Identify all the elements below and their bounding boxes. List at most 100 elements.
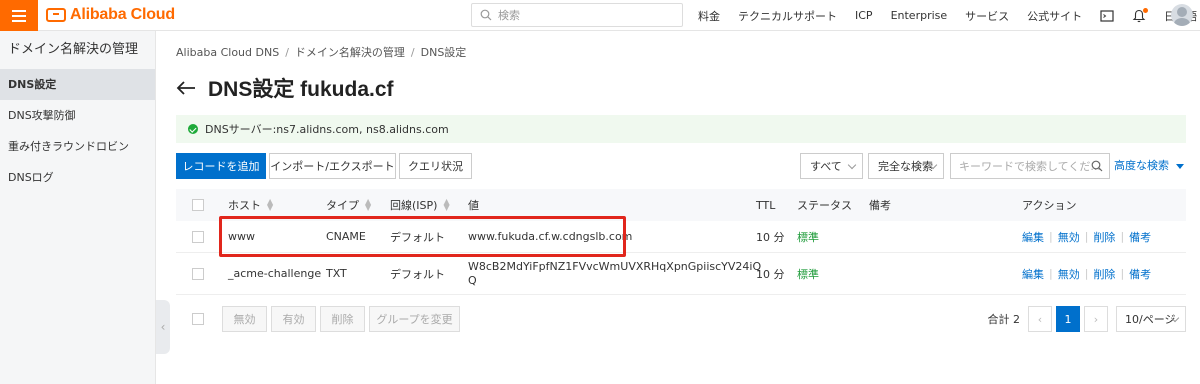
scope-select[interactable]: すべて (800, 153, 863, 179)
chevron-down-icon (847, 160, 857, 170)
breadcrumb: Alibaba Cloud DNS / ドメイン名解決の管理 / DNS設定 (176, 44, 466, 60)
column-line-label: 回線(ISP) (390, 199, 438, 212)
page-header: DNS設定 fukuda.cf (176, 73, 394, 103)
cell-type: TXT (326, 267, 347, 280)
row-select-cell (192, 253, 204, 294)
scope-select-value: すべて (810, 160, 842, 173)
logo-mark-icon (46, 8, 66, 22)
sidebar: ドメイン名解決の管理 DNS設定 DNS攻撃防御 重み付きラウンドロビン DNS… (0, 31, 156, 384)
nav-support[interactable]: テクニカルサポート (738, 8, 837, 24)
terminal-icon[interactable] (1100, 9, 1114, 23)
sort-icon[interactable]: ▲ ▼ (267, 198, 273, 212)
match-mode-value: 完全な検索 (878, 160, 933, 173)
page-size-value: 10/ページ (1125, 313, 1176, 326)
table-row: _acme-challenge TXT デフォルト W8cB2MdYiFpfNZ… (176, 253, 1186, 295)
notice-text: DNSサーバー:ns7.alidns.com, ns8.alidns.com (205, 123, 449, 136)
nav-pricing[interactable]: 料金 (698, 8, 720, 24)
breadcrumb-item-dns-settings: DNS設定 (420, 46, 467, 59)
back-arrow-icon[interactable] (176, 80, 196, 96)
search-icon (480, 9, 492, 21)
cell-value-line1: W8cB2MdYiFpfNZ1FVvcWmUVXRHqXpnGpiiscYV24… (468, 259, 762, 273)
add-record-button[interactable]: レコードを追加 (176, 153, 266, 179)
page-number-button[interactable]: 1 (1056, 306, 1080, 332)
disable-link[interactable]: 無効 (1058, 229, 1080, 245)
cell-value-line2: Q (468, 273, 477, 287)
top-navigation-bar: Alibaba Cloud 検索 料金 テクニカルサポート ICP Enterp… (0, 0, 1200, 31)
sidebar-item-weighted-round-robin[interactable]: 重み付きラウンドロビン (0, 131, 155, 162)
sidebar-item-dns-settings[interactable]: DNS設定 (0, 69, 155, 100)
nav-enterprise[interactable]: Enterprise (891, 9, 948, 22)
breadcrumb-item-domain-management[interactable]: ドメイン名解決の管理 (295, 46, 405, 59)
sort-icon[interactable]: ▲ ▼ (365, 198, 371, 212)
action-separator: | (1049, 267, 1053, 280)
nav-icp[interactable]: ICP (855, 9, 873, 22)
advanced-search-link[interactable]: 高度な検索 (1114, 153, 1184, 179)
sidebar-item-dns-attack-protection[interactable]: DNS攻撃防御 (0, 100, 155, 131)
user-avatar[interactable] (1171, 4, 1193, 26)
sidebar-collapse-handle[interactable]: ‹ (156, 300, 170, 354)
chevron-right-icon: › (1093, 312, 1099, 326)
total-count: 合計 2 (987, 313, 1021, 326)
sort-icon[interactable]: ▲ ▼ (443, 198, 449, 212)
page-title: DNS設定 fukuda.cf (208, 78, 394, 101)
notification-bell-icon[interactable] (1132, 7, 1149, 23)
alibaba-cloud-logo[interactable]: Alibaba Cloud (46, 5, 175, 25)
nav-official-site[interactable]: 公式サイト (1027, 8, 1082, 24)
notification-dot (1143, 7, 1149, 13)
column-action: アクション (1022, 199, 1077, 212)
footer-select-all-checkbox[interactable] (192, 313, 204, 325)
column-host-label: ホスト (228, 199, 261, 212)
breadcrumb-item-dns[interactable]: Alibaba Cloud DNS (176, 46, 279, 59)
column-ttl: TTL (756, 198, 776, 212)
bulk-delete-button[interactable]: 削除 (320, 306, 365, 332)
row-checkbox[interactable] (192, 230, 204, 243)
delete-link[interactable]: 削除 (1093, 229, 1115, 245)
next-page-button[interactable]: › (1084, 306, 1108, 332)
cell-ttl: 10 分 (756, 230, 785, 244)
column-type-label: タイプ (326, 199, 359, 212)
bulk-enable-button[interactable]: 有効 (271, 306, 316, 332)
disable-link[interactable]: 無効 (1058, 266, 1080, 282)
sidebar-title: ドメイン名解決の管理 (8, 42, 139, 57)
chevron-left-icon: ‹ (1037, 312, 1043, 326)
cell-status: 標準 (797, 230, 819, 244)
remark-link[interactable]: 備考 (1129, 266, 1151, 282)
cell-status: 標準 (797, 267, 819, 281)
prev-page-button[interactable]: ‹ (1028, 306, 1052, 332)
action-separator: | (1120, 267, 1125, 280)
dns-server-notice: DNSサーバー:ns7.alidns.com, ns8.alidns.com (176, 115, 1186, 143)
edit-link[interactable]: 編集 (1022, 229, 1044, 245)
cell-ttl: 10 分 (756, 267, 785, 281)
search-icon[interactable] (1091, 160, 1103, 172)
delete-link[interactable]: 削除 (1093, 266, 1115, 282)
remark-link[interactable]: 備考 (1129, 229, 1151, 245)
table-footer: 無効 有効 削除 グループを変更 合計 2 ‹ 1 › 10/ページ (176, 306, 1186, 332)
cell-value: W8cB2MdYiFpfNZ1FVvcWmUVXRHqXpnGpiiscYV24… (468, 253, 761, 294)
bulk-disable-button[interactable]: 無効 (222, 306, 267, 332)
nav-services[interactable]: サービス (965, 8, 1009, 24)
cell-line: デフォルト (390, 267, 445, 281)
highlight-annotation-box (219, 216, 626, 257)
select-all-cell (192, 189, 204, 221)
keyword-search-input[interactable]: キーワードで検索してくだ... (950, 153, 1110, 179)
caret-down-icon (1176, 163, 1184, 169)
action-separator: | (1084, 267, 1089, 280)
hamburger-menu-icon[interactable] (0, 0, 38, 31)
advanced-search-label: 高度な検索 (1114, 159, 1169, 172)
row-actions: 編集 | 無効 | 削除 | 備考 (1022, 221, 1151, 252)
edit-link[interactable]: 編集 (1022, 266, 1044, 282)
global-search-input[interactable]: 検索 (471, 3, 683, 27)
query-status-button[interactable]: クエリ状況 (399, 153, 472, 179)
search-placeholder: 検索 (498, 9, 520, 22)
row-checkbox[interactable] (192, 267, 204, 280)
column-status: ステータス (797, 199, 852, 212)
cell-host: _acme-challenge (228, 267, 322, 280)
pagination: 合計 2 ‹ 1 › 10/ページ (987, 306, 1186, 332)
main-content: Alibaba Cloud DNS / ドメイン名解決の管理 / DNS設定 DNS設定… (176, 31, 1186, 384)
match-mode-select[interactable]: 完全な検索 (868, 153, 944, 179)
sidebar-item-dns-logs[interactable]: DNSログ (0, 162, 155, 193)
import-export-button[interactable]: インポート/エクスポート (269, 153, 396, 179)
page-size-select[interactable]: 10/ページ (1116, 306, 1186, 332)
select-all-checkbox[interactable] (192, 199, 204, 211)
change-group-button[interactable]: グループを変更 (369, 306, 460, 332)
